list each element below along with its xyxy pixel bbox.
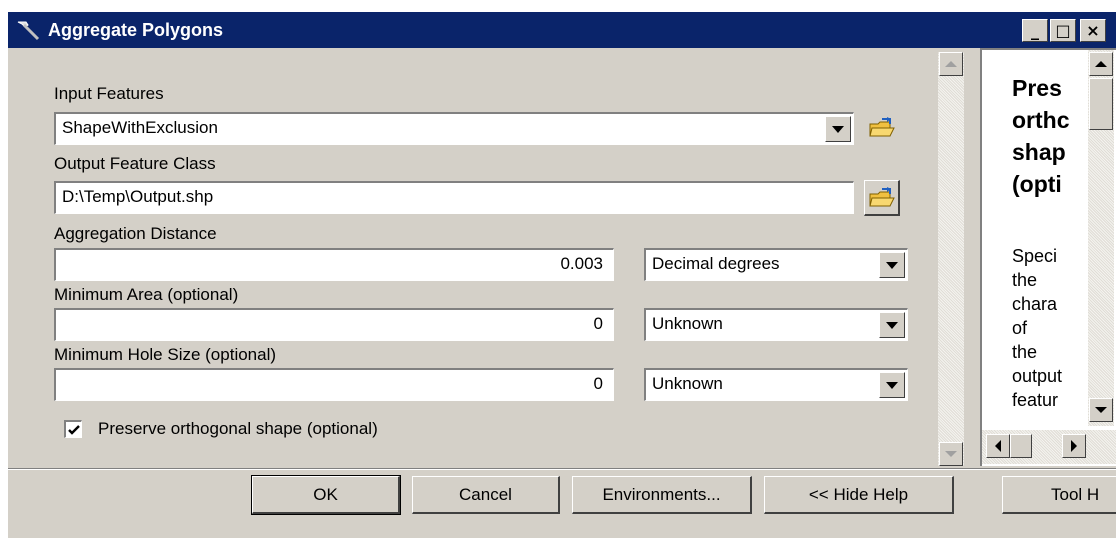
- minimum-hole-size-input[interactable]: 0: [54, 368, 614, 401]
- help-scroll-thumb[interactable]: [1089, 78, 1113, 130]
- parameters-panel: Input Features ShapeWithExclusion Output…: [8, 48, 938, 466]
- minimum-area-unit-select[interactable]: Unknown: [644, 308, 908, 341]
- minimum-area-label: Minimum Area (optional): [54, 285, 239, 304]
- arrow-left-icon: [995, 440, 1001, 452]
- chevron-down-icon: [886, 261, 898, 269]
- minimum-hole-size-unit-value: Unknown: [652, 374, 723, 393]
- help-scroll-up-button[interactable]: [1089, 52, 1113, 76]
- arrow-down-icon: [945, 451, 957, 457]
- input-features-combobox[interactable]: ShapeWithExclusion: [54, 112, 854, 145]
- preserve-orthogonal-checkbox[interactable]: [64, 420, 82, 438]
- aggregation-distance-unit-dropdown-button[interactable]: [879, 252, 905, 278]
- help-hscroll-thumb[interactable]: [1010, 434, 1032, 458]
- output-feature-class-input[interactable]: D:\Temp\Output.shp: [54, 181, 854, 214]
- checkmark-icon: [67, 424, 80, 435]
- output-feature-class-label: Output Feature Class: [54, 154, 216, 173]
- minimize-icon: _: [1031, 21, 1039, 40]
- help-vertical-scrollbar[interactable]: [1088, 50, 1114, 426]
- window-title: Aggregate Polygons: [48, 20, 224, 40]
- open-folder-icon: [869, 117, 895, 137]
- hammer-tool-icon: [17, 21, 40, 41]
- title-bar[interactable]: Aggregate Polygons _ □ ×: [8, 12, 1116, 48]
- environments-button[interactable]: Environments...: [572, 476, 752, 514]
- help-panel: Pres orthc shap (opti Speci the chara of…: [980, 48, 1116, 466]
- minimum-area-unit-value: Unknown: [652, 314, 723, 333]
- aggregation-distance-input[interactable]: 0.003: [54, 248, 614, 281]
- output-feature-class-value: D:\Temp\Output.shp: [62, 187, 214, 206]
- arrow-down-icon: [1095, 407, 1107, 413]
- hide-help-button[interactable]: << Hide Help: [764, 476, 954, 514]
- aggregation-distance-label: Aggregation Distance: [54, 224, 217, 243]
- maximize-button[interactable]: □: [1050, 19, 1076, 42]
- minimum-area-unit-dropdown-button[interactable]: [879, 312, 905, 338]
- button-bar-divider-highlight: [8, 469, 1116, 470]
- open-folder-icon: [868, 186, 895, 206]
- aggregation-distance-unit-value: Decimal degrees: [652, 254, 780, 273]
- help-horizontal-scrollbar[interactable]: [982, 430, 1116, 464]
- cancel-button[interactable]: Cancel: [412, 476, 560, 514]
- input-features-dropdown-button[interactable]: [825, 116, 851, 142]
- help-scroll-down-button[interactable]: [1089, 398, 1113, 422]
- input-features-browse-button[interactable]: [864, 110, 900, 146]
- scroll-down-button[interactable]: [939, 442, 963, 466]
- minimum-hole-size-unit-select[interactable]: Unknown: [644, 368, 908, 401]
- ok-button[interactable]: OK: [251, 475, 401, 515]
- tool-help-button[interactable]: Tool H: [1002, 476, 1116, 514]
- minimum-area-input[interactable]: 0: [54, 308, 614, 341]
- minimum-area-value: 0: [593, 314, 603, 333]
- minimum-hole-size-unit-dropdown-button[interactable]: [879, 372, 905, 398]
- help-scroll-right-button[interactable]: [1062, 434, 1086, 458]
- close-icon: ×: [1086, 21, 1100, 40]
- help-title: Pres orthc shap (opti: [1012, 75, 1070, 197]
- chevron-down-icon: [886, 381, 898, 389]
- minimum-hole-size-value: 0: [593, 374, 603, 393]
- input-features-label: Input Features: [54, 84, 164, 103]
- input-features-value: ShapeWithExclusion: [62, 118, 218, 137]
- help-scroll-left-button[interactable]: [986, 434, 1010, 458]
- close-button[interactable]: ×: [1080, 19, 1106, 42]
- maximize-icon: □: [1055, 21, 1071, 40]
- arrow-up-icon: [1095, 61, 1107, 67]
- tool-dialog-window: Aggregate Polygons _ □ × Input Features …: [8, 12, 1116, 538]
- parameters-scrollbar[interactable]: [938, 52, 964, 466]
- scroll-up-button[interactable]: [939, 52, 963, 76]
- chevron-down-icon: [832, 125, 844, 133]
- minimum-hole-size-label: Minimum Hole Size (optional): [54, 345, 277, 364]
- arrow-up-icon: [945, 61, 957, 67]
- preserve-orthogonal-label[interactable]: Preserve orthogonal shape (optional): [98, 419, 378, 439]
- chevron-down-icon: [886, 321, 898, 329]
- minimize-button[interactable]: _: [1022, 19, 1048, 42]
- help-description: Speci the chara of the output featur: [1012, 246, 1063, 410]
- aggregation-distance-unit-select[interactable]: Decimal degrees: [644, 248, 908, 281]
- aggregation-distance-value: 0.003: [560, 254, 603, 273]
- arrow-right-icon: [1071, 440, 1077, 452]
- output-feature-class-browse-button[interactable]: [864, 180, 900, 216]
